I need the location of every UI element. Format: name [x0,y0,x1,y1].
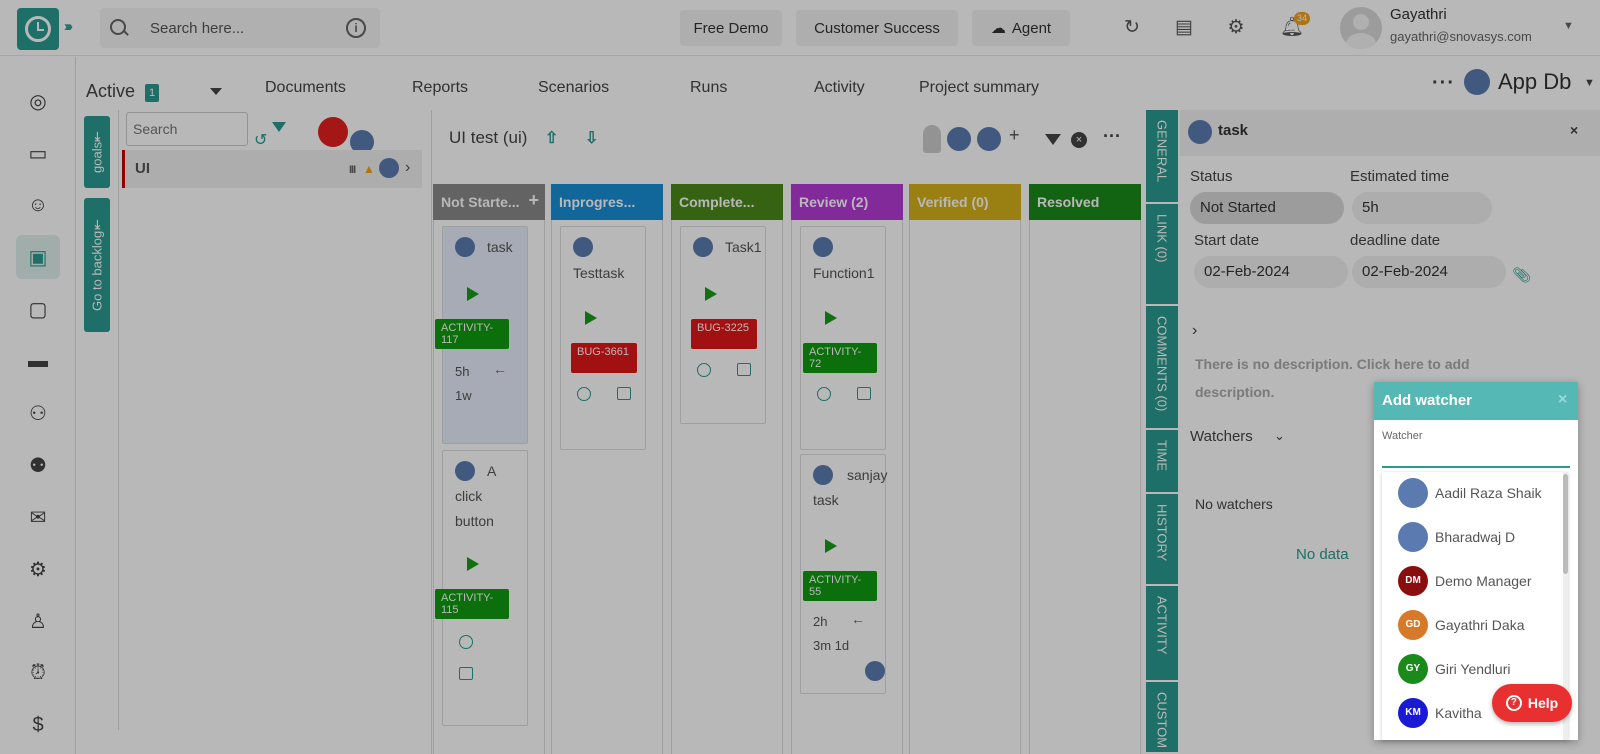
avatar [1398,478,1428,508]
avatar: DM [1398,566,1428,596]
avatar [1398,522,1428,552]
option-name: Demo Manager [1435,573,1532,589]
option-name: Giri Yendluri [1435,661,1511,677]
option-name: Gayathri Daka [1435,617,1525,633]
option-name: Bharadwaj D [1435,529,1516,545]
popup-header: Add watcher × [1374,382,1578,420]
modal-backdrop[interactable] [0,0,1600,754]
popup-title: Add watcher [1382,392,1473,409]
watcher-option[interactable]: Bharadwaj D [1382,516,1562,560]
watcher-field-label: Watcher [1382,430,1423,442]
help-label: Help [1527,695,1559,711]
avatar: GY [1398,654,1428,684]
help-icon: ? [1505,695,1522,711]
watcher-option[interactable]: DM Demo Manager [1382,560,1562,604]
avatar: GD [1398,610,1428,640]
scrollbar-thumb[interactable] [1563,474,1568,574]
avatar: KM [1398,698,1428,728]
watcher-option[interactable]: GD Gayathri Daka [1382,604,1562,648]
watcher-input[interactable] [1382,446,1570,468]
watcher-option[interactable]: Aadil Raza Shaik [1382,472,1562,516]
option-name: Aadil Raza Shaik [1435,485,1542,501]
close-icon[interactable]: × [1558,391,1567,409]
help-button[interactable]: ? Help [1492,684,1572,722]
